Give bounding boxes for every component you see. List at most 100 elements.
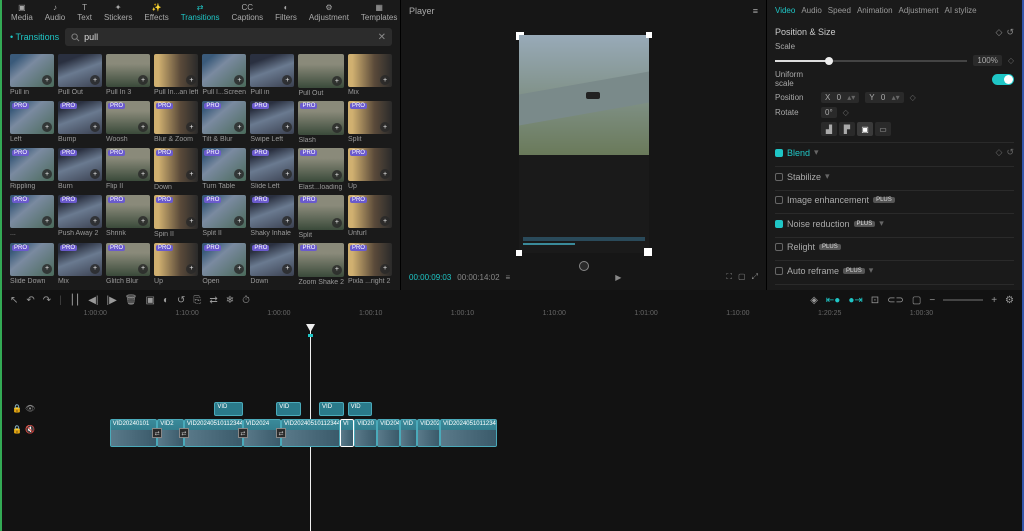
scale-slider[interactable] (775, 60, 967, 62)
transition-item[interactable]: PRO+Slide Left (250, 148, 294, 191)
asset-tab-effects[interactable]: ✨Effects (139, 0, 173, 24)
add-transition-icon[interactable]: + (282, 169, 292, 179)
asset-tab-transitions[interactable]: ⇄Transitions (176, 0, 225, 24)
add-transition-icon[interactable]: + (138, 264, 148, 274)
asset-tab-captions[interactable]: CCCaptions (227, 0, 269, 24)
add-transition-icon[interactable]: + (138, 216, 148, 226)
asset-tab-stickers[interactable]: ✦Stickers (99, 0, 137, 24)
video-lock-icon[interactable]: 🔒 (12, 425, 22, 434)
add-transition-icon[interactable]: + (234, 122, 244, 132)
rotate-tool-icon[interactable]: ↺ (177, 295, 185, 306)
video-clip[interactable]: VI (340, 419, 354, 447)
asset-tab-filters[interactable]: ◐Filters (270, 0, 302, 24)
fullscreen-icon[interactable]: ⤢ (752, 272, 758, 282)
position-x-input[interactable]: X 0 ▴▾ (821, 92, 859, 103)
position-keyframe-icon[interactable]: ◇ (910, 93, 916, 102)
transition-item[interactable]: PRO+Woosh (106, 101, 150, 144)
add-transition-icon[interactable]: + (90, 264, 100, 274)
position-y-input[interactable]: Y 0 ▴▾ (865, 92, 903, 103)
video-mute-icon[interactable]: 🔇 (25, 425, 35, 434)
transition-item[interactable]: +Pull In 3 (106, 54, 150, 97)
image-enhancement-checkbox[interactable] (775, 196, 783, 204)
transition-item[interactable]: PRO+Pixla ...right 2 (348, 243, 392, 286)
transition-node[interactable]: ⇄ (152, 428, 162, 438)
blend-checkbox[interactable] (775, 149, 783, 157)
flip-horizontal-button[interactable]: ▟ (821, 122, 837, 136)
relight-checkbox[interactable] (775, 243, 783, 251)
add-transition-icon[interactable]: + (332, 76, 342, 86)
add-transition-icon[interactable]: + (380, 264, 390, 274)
transition-item[interactable]: PRO+Split (348, 101, 392, 144)
ratio-icon[interactable]: ⛶ (726, 272, 732, 282)
transition-item[interactable]: +Pull Out (298, 54, 344, 97)
transition-item[interactable]: +Pull In...an left (154, 54, 198, 97)
asset-tab-audio[interactable]: ♪Audio (40, 0, 70, 24)
zoom-in-icon[interactable]: + (991, 295, 997, 306)
snap-start-icon[interactable]: ⇤● (826, 295, 840, 306)
flip-vertical-button[interactable]: ▛ (839, 122, 855, 136)
mirror-icon[interactable]: ◐ (163, 295, 169, 306)
add-transition-icon[interactable]: + (332, 123, 342, 133)
add-transition-icon[interactable]: + (186, 75, 196, 85)
rotate-input[interactable]: 0° (821, 107, 837, 118)
transition-node[interactable]: ⇄ (238, 428, 248, 438)
inspector-tab-audio[interactable]: Audio (801, 6, 821, 15)
add-transition-icon[interactable]: + (234, 264, 244, 274)
add-transition-icon[interactable]: + (186, 264, 196, 274)
handle-top-right[interactable] (646, 32, 652, 38)
transition-item[interactable]: PRO+Tilt & Blur (202, 101, 246, 144)
noise-reduction-header[interactable]: Noise reduction (787, 219, 850, 229)
add-transition-icon[interactable]: + (42, 264, 52, 274)
asset-tab-media[interactable]: ▣Media (6, 0, 38, 24)
transition-item[interactable]: +Pull in (250, 54, 294, 97)
transition-item[interactable]: PRO+Rippling (10, 148, 54, 191)
overlay-clip[interactable]: VID (319, 402, 344, 416)
reset-icon[interactable]: ↺ (1006, 27, 1014, 38)
transition-item[interactable]: PRO+Unfurl (348, 195, 392, 238)
transition-item[interactable]: PRO+Mix (58, 243, 102, 286)
transition-item[interactable]: PRO+Up (348, 148, 392, 191)
transition-item[interactable]: PRO+... (10, 195, 54, 238)
transition-item[interactable]: +Mix (348, 54, 392, 97)
link-icon[interactable]: ⊂⊃ (887, 295, 904, 306)
marker-icon[interactable]: ◈ (810, 295, 818, 306)
transition-item[interactable]: PRO+Burn (58, 148, 102, 191)
reverse-icon[interactable]: ⇄ (209, 295, 217, 306)
playback-options-icon[interactable]: ≡ (506, 273, 511, 282)
snap-end-icon[interactable]: ●⇥ (848, 295, 862, 306)
uniform-scale-toggle[interactable] (992, 74, 1014, 85)
overlay-visibility-icon[interactable]: 👁 (25, 404, 35, 413)
transitions-subcategory[interactable]: • Transitions (10, 32, 59, 42)
inspector-tab-animation[interactable]: Animation (857, 6, 893, 15)
transition-item[interactable]: PRO+Slide Down (10, 243, 54, 286)
add-transition-icon[interactable]: + (90, 169, 100, 179)
transition-item[interactable]: PRO+Flip II (106, 148, 150, 191)
add-transition-icon[interactable]: + (332, 218, 342, 228)
transition-item[interactable]: PRO+Spin II (154, 195, 198, 238)
transition-item[interactable]: PRO+Blur & Zoom (154, 101, 198, 144)
transition-item[interactable]: PRO+Up (154, 243, 198, 286)
auto-snap-icon[interactable]: ⊡ (871, 295, 879, 306)
asset-tab-templates[interactable]: ▦Templates (356, 0, 402, 24)
timeline-ruler[interactable]: 1:00:001:10:001:00:001:00:101:00:101:10:… (2, 310, 1022, 324)
add-transition-icon[interactable]: + (380, 122, 390, 132)
add-transition-icon[interactable]: + (234, 75, 244, 85)
video-clip[interactable]: VID20240510112344.mp (281, 419, 340, 447)
trim-right-icon[interactable]: |▶ (107, 295, 117, 306)
transition-item[interactable]: +Pull in (10, 54, 54, 97)
add-transition-icon[interactable]: + (42, 216, 52, 226)
overlay-clip[interactable]: VID (348, 402, 373, 416)
freeze-icon[interactable]: ❄ (226, 295, 234, 306)
add-transition-icon[interactable]: + (90, 216, 100, 226)
crop-button[interactable]: ▣ (857, 122, 873, 136)
add-transition-icon[interactable]: + (282, 216, 292, 226)
transition-item[interactable]: PRO+Split (298, 195, 344, 238)
add-transition-icon[interactable]: + (282, 122, 292, 132)
blend-header[interactable]: Blend (787, 148, 810, 158)
transition-item[interactable]: PRO+Bump (58, 101, 102, 144)
handle-rotate[interactable] (579, 261, 589, 271)
zoom-out-icon[interactable]: − (929, 295, 935, 306)
add-transition-icon[interactable]: + (380, 216, 390, 226)
transition-item[interactable]: PRO+Down (154, 148, 198, 191)
keyframe-icon[interactable]: ◇ (996, 27, 1003, 38)
